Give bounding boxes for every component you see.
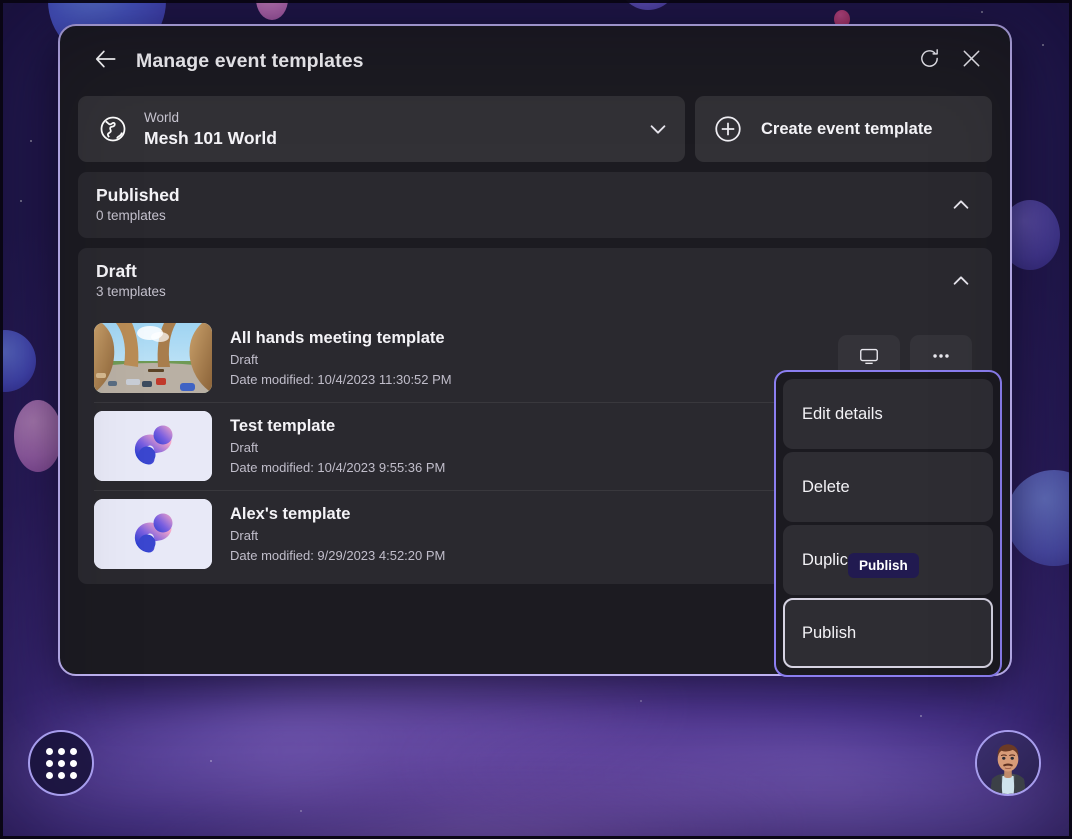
template-status: Draft — [230, 528, 259, 544]
world-selector-value: Mesh 101 World — [144, 127, 277, 148]
more-options-icon — [930, 345, 952, 372]
menu-item-delete[interactable]: Delete — [783, 452, 993, 522]
decorative-orb — [256, 0, 288, 20]
manage-event-templates-dialog: Manage event templates World Mesh 101 Wo… — [58, 24, 1012, 677]
create-event-template-label: Create event template — [761, 119, 933, 138]
chevron-up-icon[interactable] — [950, 270, 972, 292]
decorative-orb — [0, 330, 36, 392]
refresh-icon — [918, 47, 941, 75]
template-info: All hands meeting template Draft Date mo… — [230, 327, 838, 390]
section-draft-titles: Draft 3 templates — [96, 260, 950, 302]
star-speck — [30, 140, 32, 142]
toolbar-row: World Mesh 101 World Create event templa… — [78, 96, 992, 162]
plus-circle-icon — [713, 114, 743, 144]
app-launcher-button[interactable] — [28, 730, 94, 796]
close-button[interactable] — [950, 40, 992, 82]
globe-icon — [96, 112, 130, 146]
template-info: Test template Draft Date modified: 10/4/… — [230, 415, 838, 478]
template-status: Draft — [230, 352, 259, 368]
avatar[interactable] — [975, 730, 1041, 796]
section-published-count: 0 templates — [96, 207, 166, 223]
section-draft-count: 3 templates — [96, 283, 166, 299]
decorative-orb — [14, 400, 62, 472]
apps-grid-icon — [45, 747, 77, 779]
background-light-sweep — [377, 703, 1072, 839]
row-context-menu: Edit details Delete Duplicate Publish — [774, 370, 1002, 677]
star-speck — [210, 760, 212, 762]
mesh-default-logo-thumbnail — [94, 499, 212, 569]
menu-item-label: Publish — [802, 623, 857, 642]
section-draft-header[interactable]: Draft 3 templates — [78, 248, 992, 314]
world-selector[interactable]: World Mesh 101 World — [78, 96, 685, 162]
refresh-button[interactable] — [908, 40, 950, 82]
template-name: All hands meeting template — [230, 328, 445, 347]
star-speck — [1042, 44, 1044, 46]
user-avatar-icon — [977, 732, 1039, 794]
template-status: Draft — [230, 440, 259, 456]
menu-item-publish[interactable]: Publish — [783, 598, 993, 668]
template-name: Test template — [230, 416, 336, 435]
decorative-orb — [620, 0, 676, 10]
star-speck — [640, 700, 642, 702]
menu-item-label: Edit details — [802, 404, 883, 423]
star-speck — [981, 11, 983, 13]
world-selector-text: World Mesh 101 World — [144, 109, 647, 150]
star-speck — [920, 715, 922, 717]
page-title: Manage event templates — [136, 49, 364, 72]
monitor-icon — [858, 345, 880, 372]
template-name: Alex's template — [230, 504, 351, 523]
background-light-sweep — [118, 781, 822, 839]
section-published: Published 0 templates — [78, 172, 992, 238]
template-info: Alex's template Draft Date modified: 9/2… — [230, 503, 838, 566]
mesh-default-logo-thumbnail — [94, 411, 212, 481]
chevron-down-icon[interactable] — [647, 118, 669, 140]
star-speck — [300, 810, 302, 812]
chevron-up-icon[interactable] — [950, 194, 972, 216]
world-selector-label: World — [144, 109, 180, 125]
template-date-modified: Date modified: 10/4/2023 11:30:52 PM — [230, 371, 452, 387]
decorative-orb — [1006, 470, 1072, 566]
create-event-template-button[interactable]: Create event template — [695, 96, 992, 162]
template-date-modified: Date modified: 10/4/2023 9:55:36 PM — [230, 459, 446, 475]
immersive-background: Manage event templates World Mesh 101 Wo… — [0, 0, 1072, 839]
section-draft-name: Draft — [96, 261, 137, 282]
section-published-name: Published — [96, 185, 180, 206]
section-published-titles: Published 0 templates — [96, 184, 950, 226]
back-button[interactable] — [86, 41, 126, 81]
virtual-world-scene-thumbnail — [94, 323, 212, 393]
menu-item-label: Delete — [802, 477, 850, 496]
arrow-left-icon — [93, 46, 119, 77]
close-icon — [960, 47, 983, 75]
star-speck — [20, 200, 22, 202]
publish-tooltip: Publish — [848, 553, 919, 578]
dialog-titlebar: Manage event templates — [60, 26, 1010, 96]
template-date-modified: Date modified: 9/29/2023 4:52:20 PM — [230, 547, 446, 563]
section-published-header[interactable]: Published 0 templates — [78, 172, 992, 238]
menu-item-edit-details[interactable]: Edit details — [783, 379, 993, 449]
